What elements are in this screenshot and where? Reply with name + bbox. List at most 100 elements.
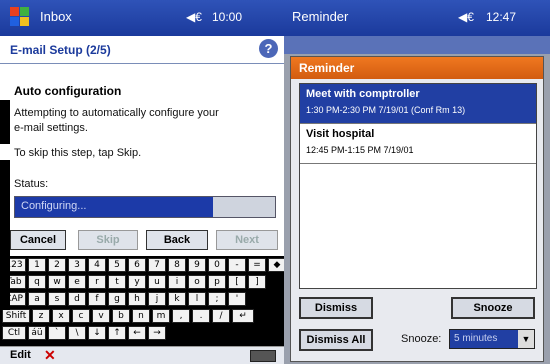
keyboard-key[interactable]: ← <box>128 326 146 340</box>
keyboard-key[interactable]: ' <box>228 292 246 306</box>
keyboard-key[interactable]: 5 <box>108 258 126 272</box>
keyboard-key[interactable]: f <box>88 292 106 306</box>
app-title: Inbox <box>40 9 72 24</box>
keyboard-key[interactable]: 2 <box>48 258 66 272</box>
dialog-title: Reminder <box>291 57 543 79</box>
reminder-dialog: Reminder Meet with comptroller 1:30 PM-2… <box>290 56 544 362</box>
keyboard-key[interactable]: 4 <box>88 258 106 272</box>
skip-hint: To skip this step, tap Skip. <box>14 147 142 159</box>
keyboard-key[interactable]: ` <box>48 326 66 340</box>
help-icon[interactable]: ? <box>259 39 278 58</box>
keyboard-key[interactable]: b <box>112 309 130 323</box>
keyboard-key[interactable]: i <box>168 275 186 289</box>
keyboard-key[interactable]: ; <box>208 292 226 306</box>
list-item[interactable]: Meet with comptroller 1:30 PM-2:30 PM 7/… <box>300 84 536 124</box>
keyboard-key[interactable]: a <box>28 292 46 306</box>
description-line-1: Attempting to automatically configure yo… <box>14 107 219 119</box>
dismiss-button[interactable]: Dismiss <box>299 297 373 319</box>
speaker-icon[interactable]: ◀€ <box>458 10 474 24</box>
keyboard-key[interactable]: ◆ <box>268 258 284 272</box>
keyboard-key[interactable]: u <box>148 275 166 289</box>
edit-menu[interactable]: Edit <box>10 349 31 361</box>
keyboard-key[interactable]: s <box>48 292 66 306</box>
keyboard-key[interactable]: q <box>28 275 46 289</box>
keyboard-key[interactable]: ↵ <box>232 309 254 323</box>
keyboard-key[interactable]: m <box>152 309 170 323</box>
keyboard-key[interactable]: 0 <box>208 258 226 272</box>
start-menu-icon[interactable] <box>10 7 30 27</box>
keyboard-key[interactable]: e <box>68 275 86 289</box>
snooze-select[interactable]: 5 minutes ▼ <box>449 329 535 349</box>
progress-bar: Configuring... <box>14 196 276 218</box>
keyboard-key[interactable]: [ <box>228 275 246 289</box>
keyboard-key[interactable]: v <box>92 309 110 323</box>
keyboard-key[interactable]: ] <box>248 275 266 289</box>
clock[interactable]: 12:47 <box>486 10 516 24</box>
keyboard-key[interactable]: , <box>172 309 190 323</box>
snooze-button[interactable]: Snooze <box>451 297 535 319</box>
keyboard-key[interactable]: x <box>52 309 70 323</box>
keyboard-key[interactable]: = <box>248 258 266 272</box>
keyboard-key[interactable]: . <box>192 309 210 323</box>
soft-keyboard: 123 1 2 3 4 5 6 7 8 9 0- = ◆ Tab q w e r t y u i o p[] CAP a s d f g h… <box>0 256 284 346</box>
edge-decoration <box>0 160 10 310</box>
title-bar: Inbox ◀€ 10:00 <box>0 0 284 36</box>
keyboard-key[interactable]: → <box>148 326 166 340</box>
cancel-button[interactable]: Cancel <box>10 230 66 250</box>
keyboard-icon[interactable] <box>250 350 276 362</box>
list-item[interactable]: Visit hospital 12:45 PM-1:15 PM 7/19/01 <box>300 124 536 164</box>
keyboard-key[interactable]: k <box>168 292 186 306</box>
chevron-down-icon[interactable]: ▼ <box>518 330 534 348</box>
keyboard-key[interactable]: Shift <box>2 309 30 323</box>
keyboard-key[interactable]: j <box>148 292 166 306</box>
skip-button[interactable]: Skip <box>78 230 138 250</box>
page-title: E-mail Setup (2/5) <box>10 43 111 57</box>
keyboard-key[interactable]: g <box>108 292 126 306</box>
keyboard-key[interactable]: r <box>88 275 106 289</box>
page-header: E-mail Setup (2/5) ? <box>0 36 284 64</box>
keyboard-key[interactable]: 3 <box>68 258 86 272</box>
keyboard-key[interactable]: 8 <box>168 258 186 272</box>
app-title: Reminder <box>292 9 349 24</box>
item-time: 12:45 PM-1:15 PM 7/19/01 <box>306 145 414 155</box>
clock[interactable]: 10:00 <box>212 10 242 24</box>
keyboard-key[interactable]: y <box>128 275 146 289</box>
keyboard-key[interactable]: n <box>132 309 150 323</box>
keyboard-key[interactable]: / <box>212 309 230 323</box>
keyboard-key[interactable]: ↓ <box>88 326 106 340</box>
keyboard-key[interactable]: \ <box>68 326 86 340</box>
snooze-label: Snooze: <box>401 333 442 345</box>
keyboard-key[interactable]: o <box>188 275 206 289</box>
progress-text: Configuring... <box>21 200 87 212</box>
keyboard-key[interactable]: 1 <box>28 258 46 272</box>
snooze-value: 5 minutes <box>454 333 498 344</box>
next-button[interactable]: Next <box>216 230 278 250</box>
speaker-icon[interactable]: ◀€ <box>186 10 202 24</box>
keyboard-key[interactable]: w <box>48 275 66 289</box>
status-label: Status: <box>14 178 49 190</box>
keyboard-key[interactable]: t <box>108 275 126 289</box>
keyboard-key[interactable]: 7 <box>148 258 166 272</box>
keyboard-key[interactable]: Ctl <box>2 326 26 340</box>
keyboard-key[interactable]: ↑ <box>108 326 126 340</box>
title-bar: Reminder ◀€ 12:47 <box>284 0 550 36</box>
keyboard-key[interactable]: d <box>68 292 86 306</box>
keyboard-key[interactable]: z <box>32 309 50 323</box>
keyboard-key[interactable]: áü <box>28 326 46 340</box>
background-calendar-row <box>284 36 550 54</box>
reminder-list: Meet with comptroller 1:30 PM-2:30 PM 7/… <box>299 83 537 289</box>
email-setup-screen: Inbox ◀€ 10:00 E-mail Setup (2/5) ? Auto… <box>0 0 284 364</box>
keyboard-key[interactable]: h <box>128 292 146 306</box>
keyboard-key[interactable]: p <box>208 275 226 289</box>
section-heading: Auto configuration <box>14 84 122 98</box>
description-line-2: e-mail settings. <box>14 122 88 134</box>
keyboard-key[interactable]: - <box>228 258 246 272</box>
keyboard-key[interactable]: 9 <box>188 258 206 272</box>
keyboard-key[interactable]: 6 <box>128 258 146 272</box>
edge-decoration <box>0 100 10 144</box>
keyboard-key[interactable]: l <box>188 292 206 306</box>
back-button[interactable]: Back <box>146 230 208 250</box>
keyboard-key[interactable]: c <box>72 309 90 323</box>
dismiss-all-button[interactable]: Dismiss All <box>299 329 373 351</box>
close-icon[interactable]: ✕ <box>44 347 56 364</box>
